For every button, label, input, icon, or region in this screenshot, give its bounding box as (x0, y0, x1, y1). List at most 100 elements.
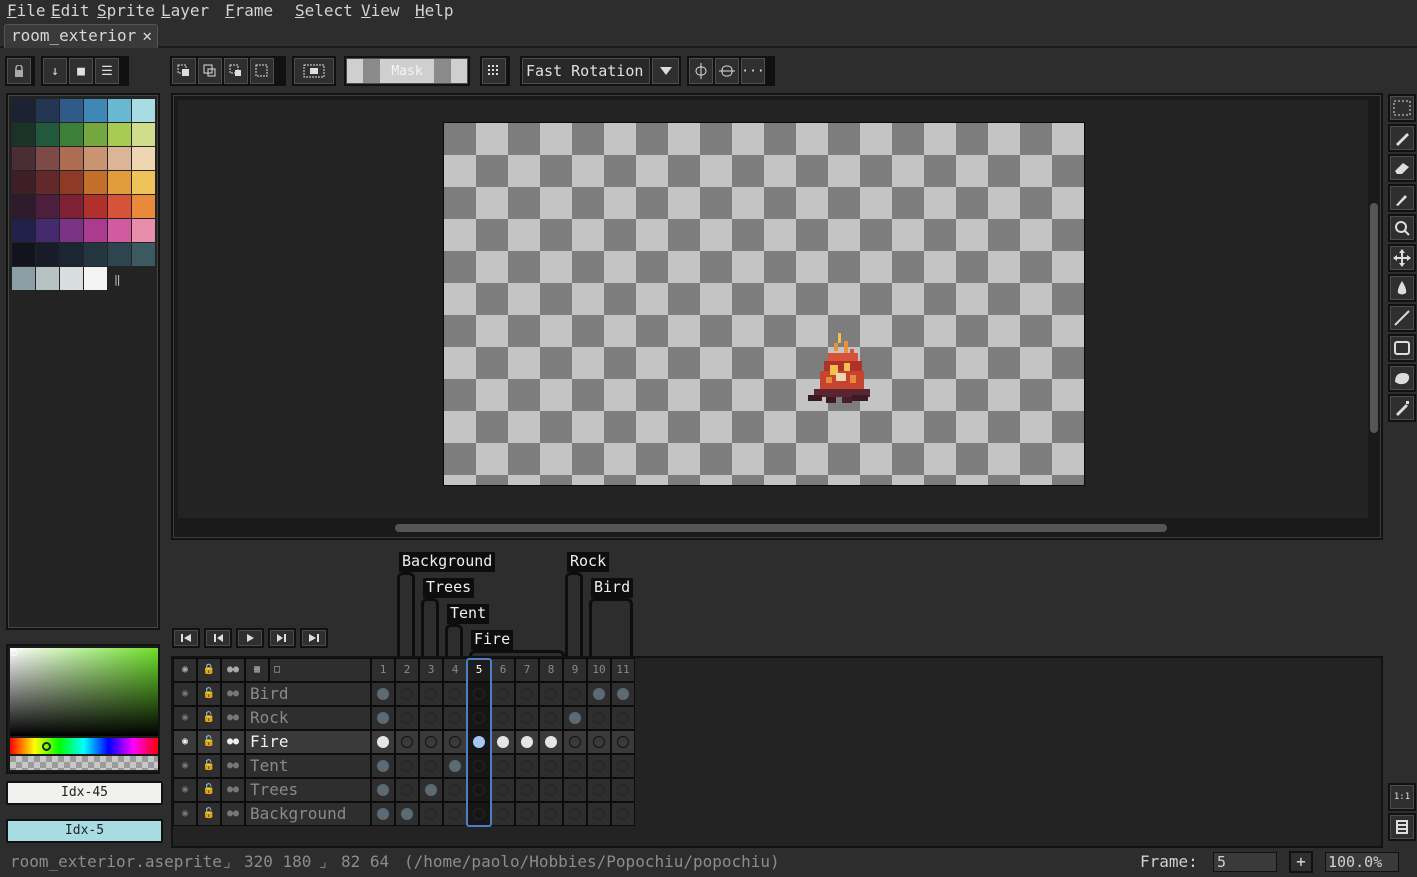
palette-swatch[interactable] (60, 267, 83, 290)
pivot-horizontal-icon[interactable] (715, 58, 739, 84)
continuous-header-icon[interactable]: ●● (221, 658, 245, 682)
palette-swatch[interactable] (60, 195, 83, 218)
palette-swatch[interactable] (108, 243, 131, 266)
frame-header-11[interactable]: 11 (611, 658, 635, 682)
cel[interactable] (587, 802, 611, 826)
palette-swatch[interactable] (12, 171, 35, 194)
cel[interactable] (395, 802, 419, 826)
palette-swatch[interactable] (84, 267, 107, 290)
one-to-one-zoom-button[interactable]: 1:1 (1388, 783, 1416, 811)
layer-trees[interactable]: Trees (245, 778, 371, 802)
frame-input[interactable]: 5 (1213, 852, 1277, 872)
cel[interactable] (563, 754, 587, 778)
intersect-selection-icon[interactable] (250, 58, 274, 84)
layer-background[interactable]: Background (245, 802, 371, 826)
palette-swatch[interactable] (60, 171, 83, 194)
palette-swatch[interactable] (36, 123, 59, 146)
palette-swatch[interactable] (36, 99, 59, 122)
cel[interactable] (563, 730, 587, 754)
paint-bucket-tool[interactable] (1388, 274, 1416, 302)
layer-fire[interactable]: Fire (245, 730, 371, 754)
palette-swatch[interactable] (84, 219, 107, 242)
chevron-down-icon[interactable] (652, 58, 679, 84)
menu-help[interactable]: Help (415, 0, 454, 22)
palette-swatch[interactable] (132, 243, 155, 266)
lock-open-icon[interactable]: 🔓 (197, 730, 221, 754)
marquee-tool[interactable] (1388, 94, 1416, 122)
palette-swatch[interactable] (36, 243, 59, 266)
lock-header-icon[interactable]: 🔒 (197, 658, 221, 682)
cel[interactable] (443, 802, 467, 826)
continuous-icon[interactable]: ●● (221, 778, 245, 802)
palette-swatch[interactable] (132, 195, 155, 218)
cel[interactable] (587, 778, 611, 802)
rectangle-tool[interactable] (1388, 334, 1416, 362)
palette-swatch[interactable] (60, 219, 83, 242)
cel[interactable] (491, 778, 515, 802)
palette-swatch[interactable] (84, 243, 107, 266)
menu-select[interactable]: Select (295, 0, 353, 22)
vertical-scrollbar[interactable] (1370, 203, 1378, 433)
cel[interactable] (491, 730, 515, 754)
palette-swatch[interactable] (108, 123, 131, 146)
layer-tent[interactable]: Tent (245, 754, 371, 778)
cel[interactable] (395, 754, 419, 778)
arrow-down-icon[interactable]: ↓ (43, 58, 67, 84)
eye-icon[interactable]: ◉ (173, 682, 197, 706)
palette-swatch[interactable] (84, 171, 107, 194)
cel[interactable] (587, 682, 611, 706)
frame-header-9[interactable]: 9 (563, 658, 587, 682)
cel[interactable] (419, 754, 443, 778)
filmstrip-icon[interactable] (1388, 813, 1416, 841)
more-options-icon[interactable]: ··· (741, 58, 765, 84)
lock-open-icon[interactable]: 🔓 (197, 706, 221, 730)
frame-header-3[interactable]: 3 (419, 658, 443, 682)
continuous-icon[interactable]: ●● (221, 682, 245, 706)
cel[interactable] (587, 730, 611, 754)
cel[interactable] (419, 802, 443, 826)
palette-swatch[interactable] (12, 243, 35, 266)
cel[interactable] (371, 682, 395, 706)
cel[interactable] (491, 706, 515, 730)
layer-bird[interactable]: Bird (245, 682, 371, 706)
eye-icon[interactable]: ◉ (173, 802, 197, 826)
frame-header-1[interactable]: 1 (371, 658, 395, 682)
tag-background[interactable]: Background (399, 552, 496, 572)
continuous-icon[interactable]: ●● (221, 730, 245, 754)
cel[interactable] (395, 682, 419, 706)
frame-header-10[interactable]: 10 (587, 658, 611, 682)
alpha-slider[interactable] (10, 756, 158, 770)
cel[interactable] (587, 754, 611, 778)
lock-open-icon[interactable]: 🔓 (197, 802, 221, 826)
new-layer-header-icon[interactable]: □ (269, 658, 371, 682)
frame-header-6[interactable]: 6 (491, 658, 515, 682)
palette-swatch[interactable] (84, 195, 107, 218)
cel[interactable] (443, 730, 467, 754)
editor-viewport[interactable] (178, 100, 1368, 518)
palette-swatch[interactable] (132, 219, 155, 242)
lock-open-icon[interactable]: 🔓 (197, 778, 221, 802)
frame-header-7[interactable]: 7 (515, 658, 539, 682)
palette-swatch[interactable] (36, 195, 59, 218)
cel[interactable] (539, 778, 563, 802)
palette-swatch[interactable] (12, 99, 35, 122)
cel[interactable] (611, 706, 635, 730)
cel[interactable] (587, 706, 611, 730)
pivot-icon[interactable] (689, 58, 713, 84)
zoom-input[interactable]: 100.0% (1325, 852, 1399, 872)
cel[interactable] (491, 754, 515, 778)
continuous-icon[interactable]: ●● (221, 754, 245, 778)
cel[interactable] (539, 706, 563, 730)
tab-room-exterior[interactable]: room_exterior ✕ (4, 24, 158, 48)
palette-swatch[interactable] (60, 147, 83, 170)
palette-swatch[interactable] (108, 171, 131, 194)
layer-rock[interactable]: Rock (245, 706, 371, 730)
close-icon[interactable]: ✕ (142, 25, 152, 47)
cel[interactable] (371, 730, 395, 754)
continuous-icon[interactable]: ●● (221, 802, 245, 826)
menu-layer[interactable]: Layer (161, 0, 209, 22)
palette-swatch[interactable] (108, 195, 131, 218)
cel[interactable] (371, 754, 395, 778)
cel[interactable] (443, 778, 467, 802)
cel[interactable] (539, 754, 563, 778)
